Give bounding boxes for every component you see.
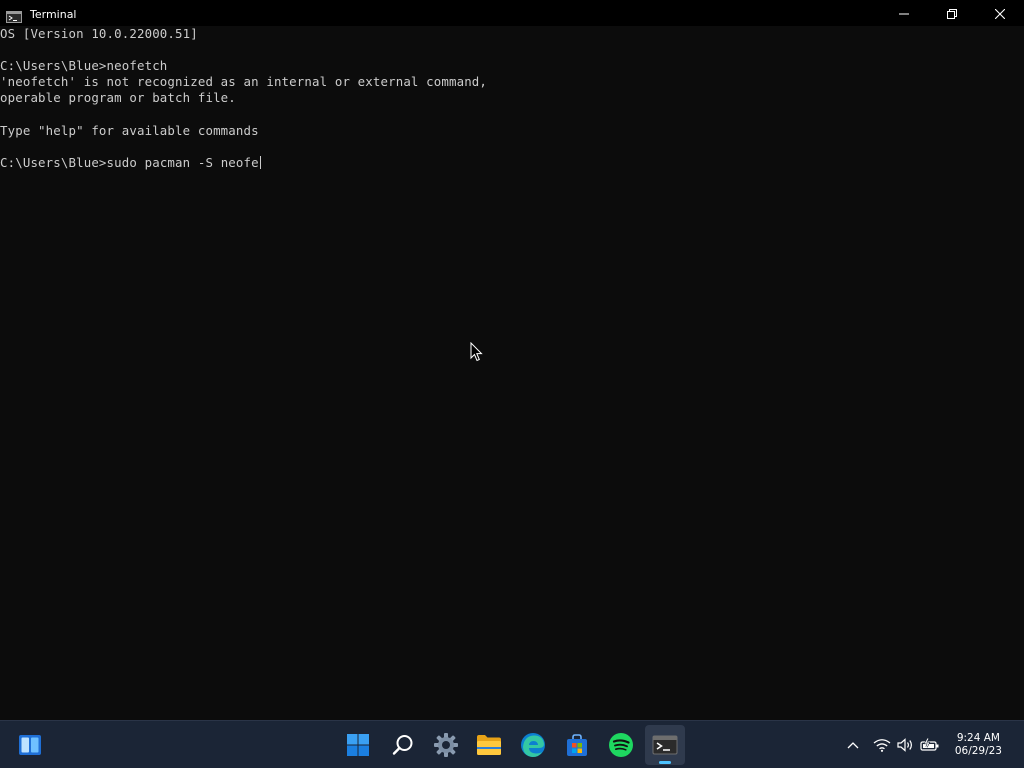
mouse-pointer-icon (470, 342, 483, 362)
battery-button[interactable] (920, 735, 940, 755)
taskbar-clock[interactable]: 9:24 AM 06/29/23 (955, 732, 1002, 758)
close-button[interactable] (976, 0, 1024, 28)
minimize-icon (899, 13, 909, 15)
volume-icon (897, 738, 912, 752)
minimize-button[interactable] (880, 0, 928, 28)
terminal-prompt: C:\Users\Blue> (0, 154, 107, 170)
terminal-icon (6, 8, 22, 23)
terminal-line: 'neofetch' is not recognized as an inter… (0, 74, 488, 90)
edge-icon (521, 733, 545, 757)
store-icon (567, 734, 587, 756)
text-caret (259, 155, 261, 169)
spotify-button[interactable] (601, 725, 641, 765)
chevron-up-icon (847, 742, 859, 749)
close-icon (995, 9, 1005, 19)
search-button[interactable] (383, 725, 423, 765)
show-hidden-icons-button[interactable] (843, 735, 863, 755)
terminal-icon (652, 735, 678, 755)
settings-button[interactable] (426, 725, 466, 765)
windows-logo-icon (347, 734, 369, 756)
start-button[interactable] (338, 725, 378, 765)
edge-button[interactable] (513, 725, 553, 765)
restore-button[interactable] (928, 0, 976, 28)
wifi-icon (873, 739, 891, 752)
clock-date: 06/29/23 (954, 745, 1002, 757)
battery-icon (920, 738, 939, 751)
spotify-icon (609, 733, 633, 757)
terminal-line: OS [Version 10.0.22000.51] (0, 26, 198, 41)
terminal-button[interactable] (645, 725, 685, 765)
terminal-line: C:\Users\Blue>neofetch (0, 58, 168, 74)
terminal-line: Type "help" for available commands (0, 122, 259, 138)
terminal-line: operable program or batch file. (0, 90, 236, 106)
terminal-input-line[interactable]: C:\Users\Blue>sudo pacman -S neofe (0, 155, 1024, 171)
widgets-button[interactable] (10, 725, 50, 765)
folder-icon (477, 735, 501, 755)
file-explorer-button[interactable] (469, 725, 509, 765)
widgets-icon (19, 735, 41, 755)
search-icon (392, 735, 413, 755)
window-title: Terminal (30, 7, 77, 21)
store-button[interactable] (557, 725, 597, 765)
terminal-output[interactable]: OS [Version 10.0.22000.51] C:\Users\Blue… (0, 26, 1024, 718)
taskbar: 9:24 AM 06/29/23 (0, 720, 1024, 768)
network-button[interactable] (872, 735, 892, 755)
gear-icon (434, 733, 458, 757)
window-controls (880, 0, 1024, 28)
window-titlebar[interactable]: Terminal (0, 0, 1024, 28)
volume-button[interactable] (896, 735, 916, 755)
restore-icon (947, 9, 957, 19)
clock-time: 9:24 AM (956, 732, 1000, 744)
terminal-current-input[interactable]: sudo pacman -S neofe (107, 155, 259, 170)
